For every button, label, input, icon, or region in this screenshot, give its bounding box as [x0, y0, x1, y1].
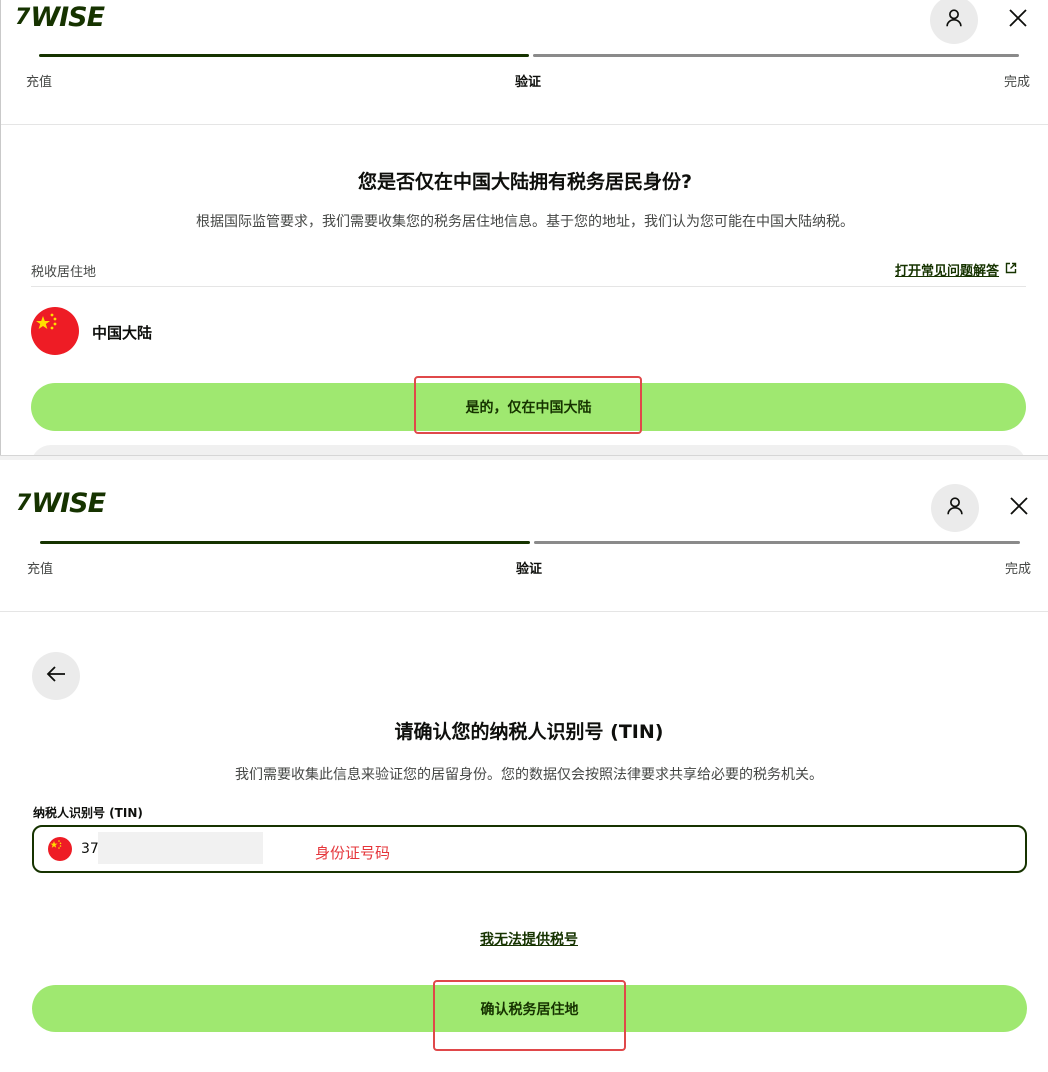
close-icon: [1009, 496, 1029, 520]
close-button[interactable]: [1004, 493, 1034, 523]
confirm-mainland-button[interactable]: 是的，仅在中国大陆: [31, 383, 1026, 431]
residence-divider: [31, 286, 1026, 287]
redacted-area: [98, 832, 263, 864]
header-divider: [0, 611, 1048, 612]
page-subtitle: 根据国际监管要求，我们需要收集您的税务居住地信息。基于您的地址，我们认为您可能在…: [196, 214, 854, 230]
account-button[interactable]: [931, 484, 979, 532]
tin-field-label: 纳税人识别号 (TIN): [33, 806, 143, 820]
person-icon: [944, 495, 966, 521]
arrow-left-icon: [45, 663, 67, 689]
step-complete: 完成: [1004, 75, 1031, 90]
confirm-mainland-label: 是的，仅在中国大陆: [465, 400, 592, 416]
close-button[interactable]: [1003, 5, 1033, 35]
progress-bar: [40, 541, 1020, 544]
annotation-id-number: 身份证号码: [315, 844, 391, 862]
wise-logo[interactable]: 7 WISE: [15, 2, 105, 33]
back-button[interactable]: [32, 652, 80, 700]
china-flag-icon: [48, 837, 72, 861]
step-topup: 充值: [26, 75, 53, 90]
step-verify: 验证: [516, 562, 543, 577]
header-divider: [1, 124, 1048, 125]
tin-screen: 7 WISE 充值 验证 完成 请确认您的纳税人识别号 (TIN) 我们需要收集…: [0, 460, 1048, 1072]
external-link-icon: [1005, 262, 1017, 278]
close-icon: [1008, 8, 1028, 32]
page-subtitle: 我们需要收集此信息来验证您的居留身份。您的数据仅会按照法律要求共享给必要的税务机…: [235, 767, 823, 783]
confirm-tax-residency-label: 确认税务居住地: [480, 1001, 579, 1018]
confirm-tax-residency-button[interactable]: 确认税务居住地: [32, 985, 1027, 1032]
progress-bar: [39, 54, 1019, 57]
faq-link-label: 打开常见问题解答: [895, 264, 1000, 279]
progress-remaining: [533, 54, 1019, 57]
wise-wordmark: WISE: [30, 2, 105, 33]
faq-link[interactable]: 打开常见问题解答: [895, 260, 1017, 279]
step-complete: 完成: [1005, 562, 1032, 577]
wise-flag-icon: 7: [16, 491, 31, 516]
secondary-button-peek[interactable]: [31, 445, 1026, 455]
person-icon: [943, 7, 965, 33]
wise-logo[interactable]: 7 WISE: [16, 488, 106, 519]
progress-done: [39, 54, 529, 57]
page-title: 请确认您的纳税人识别号 (TIN): [394, 721, 664, 743]
wise-flag-icon: 7: [15, 5, 30, 30]
account-button[interactable]: [930, 0, 978, 44]
no-tin-link[interactable]: 我无法提供税号: [0, 929, 1048, 949]
progress-remaining: [534, 541, 1020, 544]
step-topup: 充值: [27, 562, 54, 577]
page-title: 您是否仅在中国大陆拥有税务居民身份?: [357, 171, 693, 193]
china-flag-icon: [31, 307, 79, 355]
tin-input-value: 37: [81, 841, 99, 857]
wise-wordmark: WISE: [31, 488, 106, 519]
residence-label: 税收居住地: [31, 265, 97, 280]
progress-done: [40, 541, 530, 544]
step-verify: 验证: [515, 75, 542, 90]
tax-residency-screen: 7 WISE 充值 验证 完成 您是否仅在中国大陆拥有税务居民身份? 根据国际监…: [0, 0, 1048, 455]
country-name: 中国大陆: [92, 324, 153, 342]
